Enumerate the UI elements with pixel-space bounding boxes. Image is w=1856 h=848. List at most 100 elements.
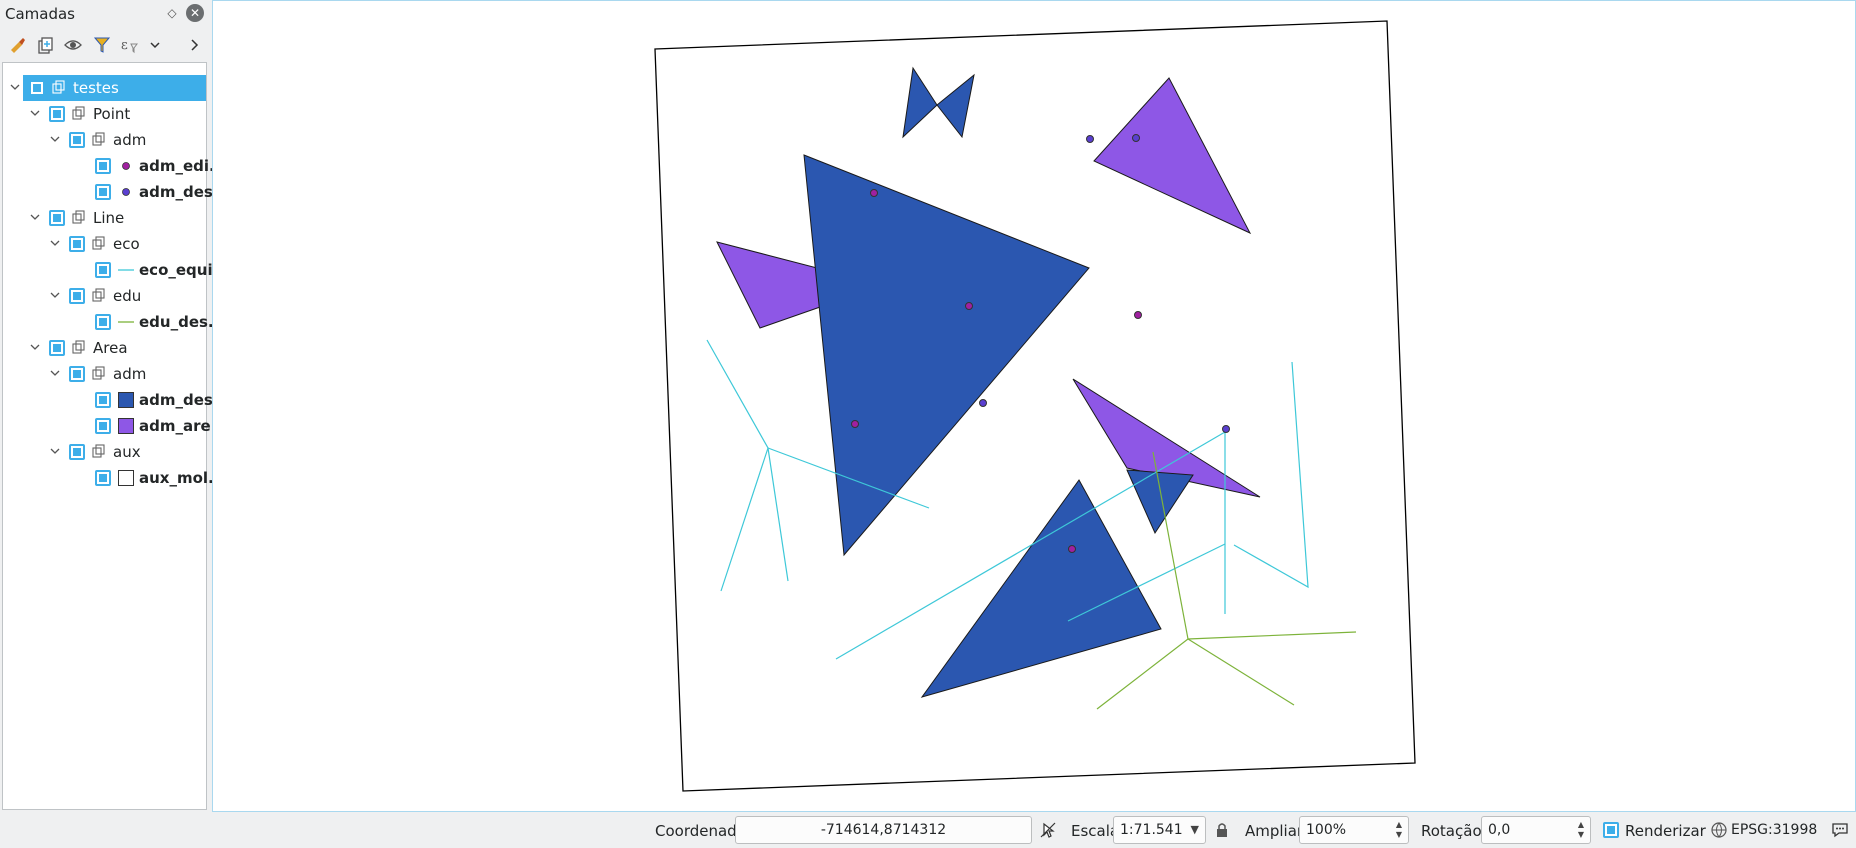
chevron-down-icon[interactable] — [145, 35, 165, 55]
messages-icon[interactable] — [1831, 821, 1849, 839]
tree-item-line[interactable]: Line — [3, 205, 206, 231]
zoom-spinbox[interactable]: 100% ▲ ▼ — [1299, 816, 1409, 844]
tree-item-adm-des-poly[interactable]: adm_des... — [3, 387, 230, 413]
chevron-down-icon: ▼ — [1190, 823, 1199, 836]
add-group-icon[interactable] — [35, 35, 55, 55]
expression-filter-icon[interactable]: ε — [119, 35, 139, 55]
layers-toolbar: ε — [0, 30, 209, 60]
tree-item-line-edu[interactable]: edu — [3, 283, 206, 309]
scale-combobox[interactable]: 1:71.541 ▼ — [1113, 816, 1206, 844]
coordinate-field[interactable]: -714614,8714312 — [735, 816, 1032, 844]
render-label: Renderizar — [1625, 822, 1706, 840]
layer-group-icon — [92, 236, 105, 250]
tree-item-adm-are[interactable]: adm_are... — [3, 413, 228, 439]
layer-group-icon — [92, 132, 105, 146]
filter-legend-icon[interactable] — [92, 35, 112, 55]
layer-tree: testes Point adm adm_edi... adm_des... Line ec… — [2, 62, 230, 810]
visibility-checkbox[interactable] — [69, 288, 85, 304]
line-symbol-icon — [118, 321, 134, 323]
visibility-checkbox[interactable] — [95, 158, 111, 174]
layer-group-icon — [72, 106, 85, 120]
rotation-spinbox[interactable]: 0,0 ▲ ▼ — [1481, 816, 1591, 844]
tree-item-testes[interactable]: testes — [3, 75, 206, 101]
map-canvas[interactable] — [212, 0, 1856, 812]
tree-item-label: adm — [113, 365, 147, 383]
visibility-checkbox[interactable] — [95, 418, 111, 434]
tree-item-label: Point — [93, 105, 131, 123]
layer-group-icon — [92, 366, 105, 380]
tree-item-adm-des-pt[interactable]: adm_des... — [3, 179, 230, 205]
svg-text:ε: ε — [121, 38, 128, 53]
layer-group-icon — [92, 444, 105, 458]
tree-item-area[interactable]: Area — [3, 335, 206, 361]
map-drawing — [654, 20, 1416, 792]
spin-arrows-icon[interactable]: ▲ ▼ — [1394, 820, 1404, 840]
chevron-down-icon[interactable] — [49, 237, 61, 249]
visibility-checkbox[interactable] — [49, 340, 65, 356]
visibility-checkbox[interactable] — [69, 236, 85, 252]
chevron-down-icon[interactable] — [49, 367, 61, 379]
tree-item-label: Line — [93, 209, 125, 227]
rotation-value: 0,0 — [1488, 822, 1511, 838]
chevron-down-icon[interactable] — [29, 341, 41, 353]
visibility-checkbox[interactable] — [95, 392, 111, 408]
tree-item-label: adm — [113, 131, 147, 149]
style-manager-icon[interactable] — [8, 35, 28, 55]
visibility-checkbox[interactable] — [69, 444, 85, 460]
point-symbol-icon — [122, 188, 130, 196]
tree-item-edu-des[interactable]: edu_des... — [3, 309, 225, 335]
visibility-icon[interactable] — [63, 35, 83, 55]
point-symbol-icon — [122, 162, 130, 170]
panel-header: Camadas ◇ ✕ — [0, 0, 209, 28]
tree-item-point[interactable]: Point — [3, 101, 206, 127]
chevron-down-icon[interactable] — [29, 211, 41, 223]
visibility-checkbox[interactable] — [49, 210, 65, 226]
panel-title: Camadas — [5, 5, 75, 23]
scale-value: 1:71.541 — [1120, 822, 1183, 838]
visibility-checkbox[interactable] — [69, 366, 85, 382]
tree-item-area-adm[interactable]: adm — [3, 361, 206, 387]
line-symbol-icon — [118, 269, 134, 271]
spin-arrows-icon[interactable]: ▲ ▼ — [1576, 820, 1586, 840]
tree-item-area-aux[interactable]: aux — [3, 439, 206, 465]
visibility-checkbox[interactable] — [95, 262, 111, 278]
aux-mol-frame — [654, 20, 1416, 792]
tree-item-label: testes — [73, 79, 119, 97]
mouse-tracking-icon[interactable] — [1039, 821, 1057, 839]
chevron-down-icon[interactable] — [9, 81, 21, 93]
chevron-down-icon[interactable] — [29, 107, 41, 119]
chevron-down-icon[interactable] — [49, 289, 61, 301]
coordinate-label: Coordenada — [655, 822, 746, 840]
zoom-value: 100% — [1306, 822, 1347, 838]
tree-item-adm-edi[interactable]: adm_edi... — [3, 153, 226, 179]
crs-globe-icon[interactable] — [1710, 821, 1728, 839]
render-checkbox[interactable] — [1603, 822, 1619, 838]
visibility-checkbox[interactable] — [69, 132, 85, 148]
status-bar: Coordenada -714614,8714312 Escala 1:71.5… — [0, 812, 1856, 848]
chevron-right-icon[interactable] — [184, 35, 204, 55]
zoom-label: Ampliar — [1245, 822, 1304, 840]
visibility-checkbox[interactable] — [95, 314, 111, 330]
layer-group-icon — [92, 288, 105, 302]
layer-group-icon — [72, 210, 85, 224]
tree-item-aux-mol[interactable]: aux_mol... — [3, 465, 225, 491]
chevron-down-icon[interactable] — [49, 445, 61, 457]
rotation-label: Rotação — [1421, 822, 1482, 840]
crs-label[interactable]: EPSG:31998 — [1731, 822, 1817, 838]
tree-item-eco-equi[interactable]: eco_equi... — [3, 257, 230, 283]
visibility-checkbox[interactable] — [95, 184, 111, 200]
tree-item-point-adm[interactable]: adm — [3, 127, 206, 153]
visibility-checkbox[interactable] — [29, 80, 45, 96]
layer-group-icon — [72, 340, 85, 354]
tree-item-label: edu — [113, 287, 142, 305]
tree-item-label: eco — [113, 235, 140, 253]
lock-icon[interactable] — [1213, 821, 1231, 839]
visibility-checkbox[interactable] — [49, 106, 65, 122]
close-icon[interactable]: ✕ — [186, 4, 204, 22]
scale-label: Escala — [1071, 822, 1120, 840]
visibility-checkbox[interactable] — [95, 470, 111, 486]
float-panel-icon[interactable]: ◇ — [164, 5, 180, 21]
chevron-down-icon[interactable] — [49, 133, 61, 145]
tree-item-line-eco[interactable]: eco — [3, 231, 206, 257]
fill-symbol-icon — [118, 418, 134, 434]
